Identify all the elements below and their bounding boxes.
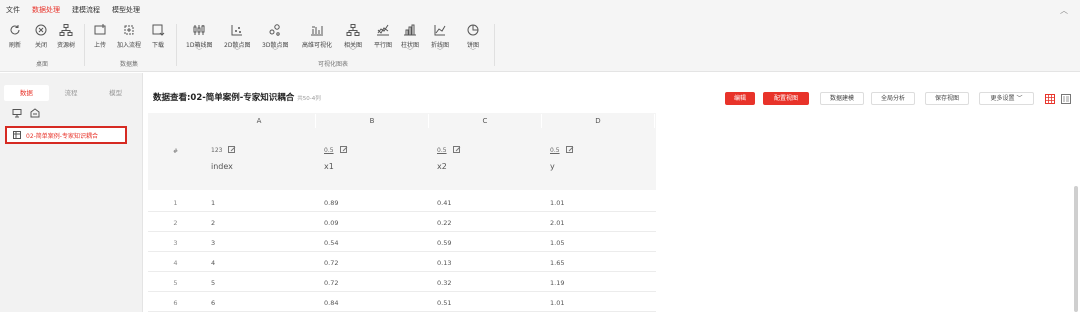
edit-type-icon[interactable] — [339, 146, 348, 154]
edit-type-icon[interactable] — [228, 146, 236, 154]
group-label-desktop: 桌面 — [36, 61, 49, 68]
tab-flow[interactable]: 流程 — [49, 85, 94, 101]
group-label-dataset: 数据集 — [120, 61, 139, 68]
column-type-c: 0.5 — [437, 146, 461, 154]
refresh-button[interactable]: 刷新 — [8, 23, 22, 49]
ribbon-separator — [84, 24, 85, 66]
line-chart-button[interactable]: 折线图 ﹀ — [431, 23, 449, 55]
table-row[interactable]: 2 2 0.09 0.22 2.01 — [148, 212, 656, 232]
menu-modeling-flow[interactable]: 建模流程 — [66, 5, 106, 15]
pie-chart-icon — [467, 24, 479, 36]
resource-tree-button[interactable]: 资源树 — [57, 23, 75, 49]
tab-data[interactable]: 数据 — [4, 85, 49, 101]
table-row[interactable]: 5 5 0.72 0.32 1.19 — [148, 272, 656, 292]
page-title: 数据查看:02-简单案例-专家知识耦合 共50-4列 — [153, 93, 321, 103]
bar-chart-button[interactable]: 柱状图 ﹀ — [401, 23, 419, 55]
correlation-chart-button[interactable]: 相关图 ﹀ — [344, 23, 362, 55]
ribbon-separator — [494, 24, 495, 66]
menu-model-processing[interactable]: 模型处理 — [106, 5, 146, 15]
edit-type-icon[interactable] — [452, 146, 461, 154]
close-circle-icon — [35, 24, 47, 36]
global-analysis-button[interactable]: 全局分析 — [871, 92, 915, 105]
column-letter-b[interactable]: B — [316, 114, 429, 128]
menu-bar: 文件 数据处理 建模流程 模型处理 ︿ — [0, 0, 1080, 20]
app-window: 文件 数据处理 建模流程 模型处理 ︿ 刷新 关闭 资源树 上传 加入流程 下载… — [0, 0, 1080, 312]
add-flow-icon — [124, 25, 134, 35]
table-row[interactable]: 1 1 0.89 0.41 1.01 — [148, 192, 656, 212]
column-name-d: y — [550, 162, 555, 171]
ribbon-toolbar: 刷新 关闭 资源树 上传 加入流程 下载 1D箱线图 ﹀ 2D散点图 ﹀ 3D散… — [0, 20, 1080, 72]
column-type-b: 0.5 — [324, 146, 348, 154]
save-view-button[interactable]: 保存视图 — [925, 92, 969, 105]
tree-icon — [59, 24, 73, 36]
parallel-icon — [377, 24, 389, 36]
table-row[interactable]: 6 6 0.84 0.51 1.01 — [148, 292, 656, 312]
column-letter-a[interactable]: A — [203, 114, 316, 128]
download-icon — [152, 24, 165, 36]
column-name-c: x2 — [437, 162, 447, 171]
line-chart-icon — [434, 25, 446, 36]
collapse-ribbon-icon[interactable]: ︿ — [1060, 5, 1068, 16]
panel-tabs: 数据 流程 模型 — [4, 85, 138, 101]
edit-button[interactable]: 编辑 — [725, 92, 755, 105]
scatter-3d-button[interactable]: 3D散点图 ﹀ — [262, 23, 288, 55]
scatter-2d-icon — [231, 25, 243, 36]
row-col-count: 共50-4列 — [297, 96, 321, 102]
add-to-flow-button[interactable]: 加入流程 — [117, 23, 141, 49]
boxplot-icon — [193, 25, 205, 35]
high-dimensional-viz-button[interactable]: 高维可视化 — [302, 23, 332, 49]
column-letter-c[interactable]: C — [429, 114, 542, 128]
ribbon-separator — [176, 24, 177, 66]
data-modeling-button[interactable]: 数据建模 — [820, 92, 864, 105]
menu-data-processing[interactable]: 数据处理 — [26, 5, 66, 15]
grid-view-icon[interactable] — [1045, 94, 1055, 104]
more-settings-dropdown[interactable]: 更多设置 ﹀ — [979, 92, 1034, 105]
panel-toolbar — [12, 108, 40, 118]
upload-button[interactable]: 上传 — [93, 23, 107, 49]
column-type-d: 0.5 — [550, 146, 574, 154]
bar-chart-icon — [404, 24, 416, 36]
table-row[interactable]: 3 3 0.54 0.59 1.05 — [148, 232, 656, 252]
close-button[interactable]: 关闭 — [34, 23, 48, 49]
refresh-icon — [10, 25, 20, 35]
dataset-item-label: 02-简单案例-专家知识耦合 — [26, 132, 98, 140]
boxplot-1d-button[interactable]: 1D箱线图 ﹀ — [186, 23, 212, 55]
upload-icon — [94, 24, 106, 35]
column-name-b: x1 — [324, 162, 334, 171]
detail-view-icon[interactable] — [1061, 94, 1071, 104]
edit-type-icon[interactable] — [565, 146, 574, 154]
dataset-icon — [13, 131, 21, 139]
correlation-icon — [346, 24, 360, 36]
highdim-icon — [311, 26, 323, 36]
table-row[interactable]: 4 4 0.72 0.13 1.65 — [148, 252, 656, 272]
menu-file[interactable]: 文件 — [0, 5, 26, 15]
scatter-3d-icon — [269, 24, 280, 36]
dataset-item-selected[interactable]: 02-简单案例-专家知识耦合 — [5, 126, 127, 144]
left-panel: 数据 流程 模型 02-简单案例-专家知识耦合 — [0, 73, 143, 312]
package-icon[interactable] — [30, 108, 40, 118]
vertical-scrollbar[interactable] — [1074, 186, 1078, 312]
column-name-a: index — [211, 162, 233, 171]
group-label-visualization: 可视化图表 — [318, 61, 349, 68]
scatter-2d-button[interactable]: 2D散点图 ﹀ — [224, 23, 250, 55]
pie-chart-button[interactable]: 饼图 ﹀ — [466, 23, 480, 55]
parallel-chart-button[interactable]: 平行图 — [374, 23, 392, 49]
column-type-a: 123 — [211, 146, 236, 154]
download-button[interactable]: 下载 — [151, 23, 165, 49]
monitor-icon[interactable] — [12, 108, 22, 118]
column-letter-d[interactable]: D — [542, 114, 655, 128]
tab-model[interactable]: 模型 — [93, 85, 138, 101]
configure-view-button[interactable]: 配置视图 — [763, 92, 809, 105]
row-number-header: # — [172, 148, 179, 155]
